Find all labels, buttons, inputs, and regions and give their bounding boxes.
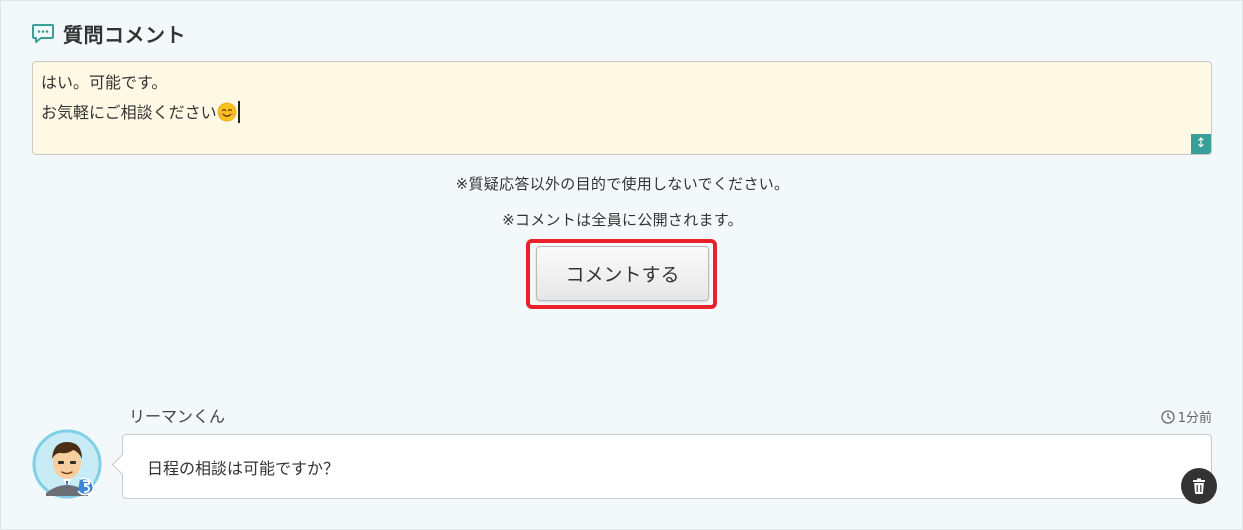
- bubble-tail: [111, 453, 134, 476]
- delete-comment-button[interactable]: [1181, 468, 1217, 504]
- comment-input-line-2: お気軽にご相談ください: [41, 98, 1203, 128]
- text-cursor: [237, 101, 240, 123]
- smiling-face-emoji-icon: [217, 102, 237, 122]
- submit-comment-button[interactable]: コメントする: [536, 246, 709, 301]
- comment-textarea[interactable]: はい。可能です。 お気軽にご相談ください ↕: [32, 61, 1212, 155]
- chat-bubble-icon: [32, 24, 54, 43]
- comment-bubble: 日程の相談は可能ですか？: [111, 434, 1212, 499]
- comment-time-text: 1分前: [1177, 411, 1212, 426]
- notice-purpose: ※質疑応答以外の目的で使用しないでください。: [455, 175, 790, 193]
- comment-text: 日程の相談は可能ですか？: [147, 458, 340, 478]
- section-header: 質問コメント: [31, 19, 186, 47]
- comment-input-line-1: はい。可能です。: [41, 73, 168, 92]
- notice-public: ※コメントは全員に公開されます。: [502, 211, 743, 229]
- resize-vertical-icon[interactable]: ↕: [1191, 134, 1211, 154]
- resize-glyph: ↕: [1195, 136, 1207, 151]
- comment-author-name: リーマンくん: [129, 407, 226, 426]
- comment-timestamp: 1分前: [1161, 407, 1212, 426]
- clock-icon: [1161, 409, 1175, 424]
- trash-icon: [1193, 478, 1205, 494]
- section-title: 質問コメント: [63, 22, 186, 47]
- question-comment-panel: 質問コメント はい。可能です。 お気軽にご相談ください ↕ ※質疑応答以外の目的…: [0, 0, 1243, 530]
- user-avatar[interactable]: [32, 429, 102, 499]
- comment-input-line-2-text: お気軽にご相談ください: [41, 103, 217, 122]
